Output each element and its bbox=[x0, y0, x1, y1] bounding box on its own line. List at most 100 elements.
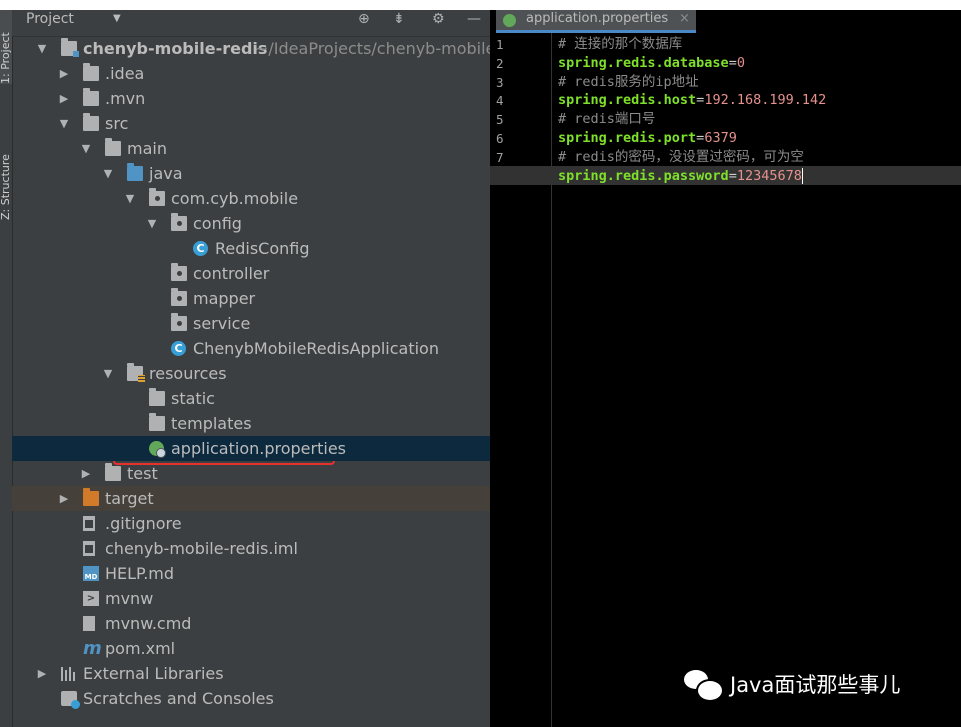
tree-item-controller[interactable]: controller bbox=[12, 261, 490, 286]
tree-item-main[interactable]: ▼ main bbox=[12, 136, 490, 161]
tree-item-templates[interactable]: templates bbox=[12, 411, 490, 436]
expand-arrow-down-icon[interactable]: ▼ bbox=[57, 111, 71, 136]
collapse-icon[interactable]: ⇟ bbox=[393, 10, 405, 28]
expand-arrow-down-icon[interactable]: ▼ bbox=[101, 361, 115, 386]
code-line: 3 # redis服务的ip地址 bbox=[490, 73, 961, 92]
folder-icon bbox=[105, 463, 121, 481]
tree-item-mvnw[interactable]: > mvnw bbox=[12, 586, 490, 611]
tree-item-label: application.properties bbox=[171, 439, 346, 458]
tree-item-redisconfig[interactable]: C RedisConfig bbox=[12, 236, 490, 261]
package-icon bbox=[171, 313, 187, 331]
folder-icon bbox=[149, 388, 165, 406]
expand-arrow-down-icon[interactable]: ▼ bbox=[123, 186, 137, 211]
expand-arrow-down-icon[interactable]: ▼ bbox=[101, 161, 115, 186]
tree-item-mvn[interactable]: ▶ .mvn bbox=[12, 86, 490, 111]
tree-item-chenybmobileredisapplication[interactable]: C ChenybMobileRedisApplication bbox=[12, 336, 490, 361]
tree-item-mvnw-cmd[interactable]: mvnw.cmd bbox=[12, 611, 490, 636]
expand-arrow-right-icon[interactable]: ▶ bbox=[57, 61, 71, 86]
close-icon[interactable]: × bbox=[679, 10, 690, 28]
tree-item-resources[interactable]: ▼ resources bbox=[12, 361, 490, 386]
folder-icon bbox=[83, 88, 99, 106]
tree-item-idea[interactable]: ▶ .idea bbox=[12, 61, 490, 86]
tree-item-com-cyb-mobile[interactable]: ▼ com.cyb.mobile bbox=[12, 186, 490, 211]
tree-item-label: mapper bbox=[193, 289, 256, 308]
tree-item-config[interactable]: ▼ config bbox=[12, 211, 490, 236]
chevron-down-icon[interactable]: ▼ bbox=[113, 13, 121, 24]
code-text: spring.redis.password=12345678 bbox=[558, 167, 803, 186]
gitignore-file-icon bbox=[83, 516, 95, 531]
tree-item-label: chenyb-mobile-redis bbox=[83, 39, 268, 58]
editor-panel: application.properties × 1 # 连接的那个数据库 2 spr… bbox=[490, 10, 961, 727]
tree-item-java[interactable]: ▼ java bbox=[12, 161, 490, 186]
tree-item-chenyb-mobile-redis-iml[interactable]: chenyb-mobile-redis.iml bbox=[12, 536, 490, 561]
line-number: 4 bbox=[496, 93, 504, 109]
equals-sign: = bbox=[728, 167, 737, 184]
markdown-file-icon: MD bbox=[83, 566, 99, 581]
expand-arrow-down-icon[interactable]: ▼ bbox=[35, 36, 49, 61]
code-text: # redis的密码，没设置过密码，可为空 bbox=[558, 148, 804, 167]
code-line: 7 # redis的密码，没设置过密码，可为空 bbox=[490, 148, 961, 167]
line-number: 2 bbox=[496, 55, 504, 71]
tree-item-label: src bbox=[105, 114, 129, 133]
property-key: spring.redis.port bbox=[558, 130, 697, 146]
tool-tab-project[interactable]: 1: Project bbox=[0, 10, 12, 84]
tree-item-application-properties[interactable]: application.properties bbox=[12, 436, 490, 461]
property-key: spring.redis.password bbox=[558, 167, 729, 184]
expand-arrow-right-icon[interactable]: ▶ bbox=[79, 461, 93, 486]
tree-item-chenyb-mobile-redis[interactable]: ▼ chenyb-mobile-redis ~/IdeaProjects/cheny… bbox=[12, 36, 517, 61]
libraries-icon bbox=[61, 666, 77, 681]
code-text: # redis端口号 bbox=[558, 110, 655, 129]
tree-item-label: target bbox=[105, 489, 154, 508]
code-text: spring.redis.database=0 bbox=[558, 54, 745, 73]
comment-text: # redis的密码，没设置过密码，可为空 bbox=[558, 148, 804, 165]
tree-item-label: mvnw.cmd bbox=[105, 614, 192, 633]
tree-item-help-md[interactable]: MD HELP.md bbox=[12, 561, 490, 586]
resources-folder-icon bbox=[127, 363, 145, 382]
tree-item-scratches-and-consoles[interactable]: Scratches and Consoles bbox=[12, 686, 490, 711]
package-icon bbox=[171, 213, 187, 231]
expand-arrow-down-icon[interactable]: ▼ bbox=[145, 211, 159, 236]
tree-item-src[interactable]: ▼ src bbox=[12, 111, 490, 136]
tree-item-static[interactable]: static bbox=[12, 386, 490, 411]
tree-item-service[interactable]: service bbox=[12, 311, 490, 336]
code-line: 1 # 连接的那个数据库 bbox=[490, 35, 961, 54]
tool-tab-structure[interactable]: Z: Structure bbox=[0, 120, 12, 220]
tree-item-mapper[interactable]: mapper bbox=[12, 286, 490, 311]
tree-item-label: service bbox=[193, 314, 251, 333]
editor-tab-application-properties[interactable]: application.properties × bbox=[496, 10, 696, 33]
expand-arrow-right-icon[interactable]: ▶ bbox=[35, 661, 49, 686]
property-key: spring.redis.database bbox=[558, 54, 729, 71]
folder-icon bbox=[149, 413, 165, 431]
tree-item-label: controller bbox=[193, 264, 270, 283]
tree-item-label: mvnw bbox=[105, 589, 154, 608]
folder-icon bbox=[105, 138, 121, 156]
tree-item-label: java bbox=[149, 164, 183, 183]
property-key: spring.redis.host bbox=[558, 92, 697, 109]
project-view-title[interactable]: Project bbox=[26, 10, 74, 28]
gear-icon[interactable]: ⚙ bbox=[432, 10, 445, 28]
expand-arrow-right-icon[interactable]: ▶ bbox=[57, 486, 71, 511]
iml-file-icon bbox=[83, 541, 95, 556]
top-strip bbox=[0, 0, 961, 10]
spring-properties-icon bbox=[149, 441, 166, 458]
minimize-icon[interactable]: — bbox=[467, 10, 481, 28]
tree-item-label: main bbox=[127, 139, 167, 158]
tree-item-gitignore[interactable]: .gitignore bbox=[12, 511, 490, 536]
tree-item-target[interactable]: ▶ target bbox=[12, 486, 490, 511]
line-number: 7 bbox=[496, 149, 504, 165]
expand-arrow-down-icon[interactable]: ▼ bbox=[79, 136, 93, 161]
package-icon bbox=[149, 188, 165, 206]
scratches-icon bbox=[61, 691, 80, 709]
editor-tab-bar: application.properties × bbox=[490, 10, 961, 33]
tree-item-test[interactable]: ▶ test bbox=[12, 461, 490, 486]
text-caret bbox=[801, 167, 803, 184]
tree-item-pom-xml[interactable]: m pom.xml bbox=[12, 636, 490, 661]
expand-arrow-right-icon[interactable]: ▶ bbox=[57, 86, 71, 111]
maven-pom-icon: m bbox=[83, 638, 102, 659]
tree-item-label: Scratches and Consoles bbox=[83, 689, 274, 708]
crosshair-icon[interactable]: ⊕ bbox=[358, 10, 370, 28]
code-line: 2 spring.redis.database=0 bbox=[490, 54, 961, 73]
tree-item-label: chenyb-mobile-redis.iml bbox=[105, 539, 298, 558]
tree-item-label: com.cyb.mobile bbox=[171, 189, 299, 208]
tree-item-external-libraries[interactable]: ▶ External Libraries bbox=[12, 661, 490, 686]
